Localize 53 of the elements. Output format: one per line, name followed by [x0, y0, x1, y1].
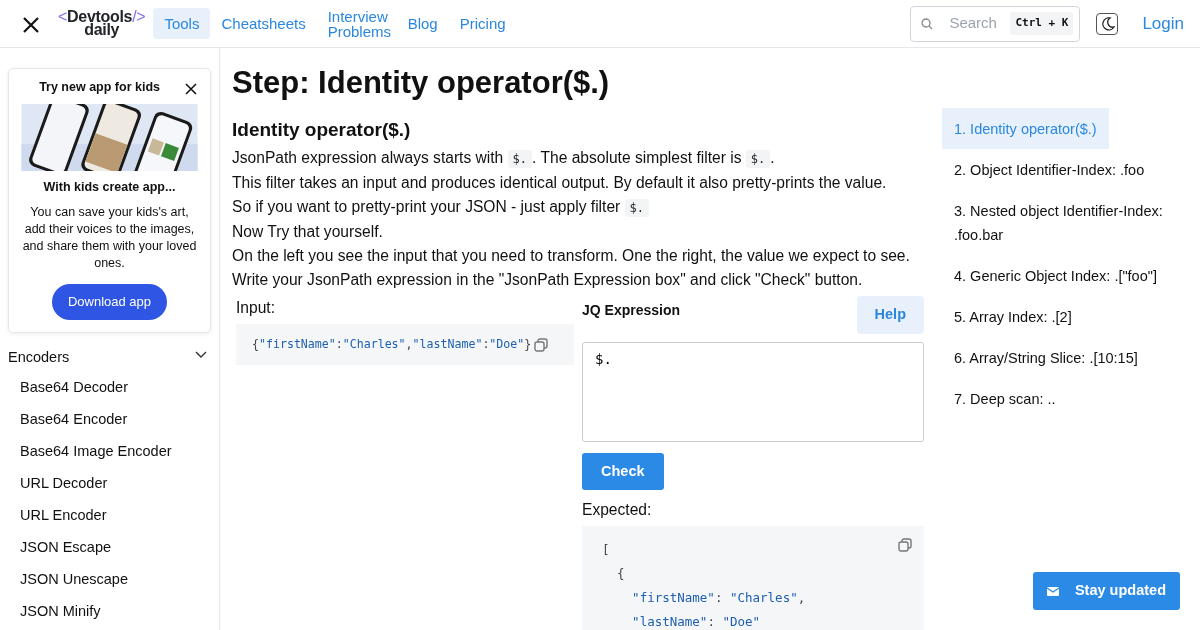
- nav-link[interactable]: Pricing: [448, 8, 517, 39]
- search-icon: [921, 17, 934, 30]
- nav-link[interactable]: Cheatsheets: [210, 8, 317, 39]
- code-text: {"firstName":"Charles","lastName":"Doe"}: [252, 336, 532, 353]
- code-line: [: [602, 541, 611, 560]
- expression-input[interactable]: $.: [582, 341, 924, 442]
- expression-label: JQ Expression: [582, 301, 681, 320]
- input-label: Input:: [236, 298, 276, 318]
- sidebar-item[interactable]: Base64 Encoder: [8, 402, 211, 435]
- stay-updated-button[interactable]: Stay updated: [1032, 572, 1180, 610]
- promo-heading: With kids create app...: [42, 179, 177, 196]
- sidebar-item[interactable]: URL Encoder: [8, 498, 211, 531]
- nav-link[interactable]: Blog: [396, 8, 449, 39]
- sidebar-item[interactable]: URL Decoder: [8, 466, 211, 499]
- sidebar-item[interactable]: Base64 Decoder: [8, 370, 211, 403]
- check-button[interactable]: Check: [582, 452, 664, 491]
- login-link[interactable]: Login: [1142, 10, 1184, 37]
- moon-icon: [1099, 15, 1116, 32]
- paragraph: Now Try that yourself.: [232, 222, 384, 242]
- page-title: Step: Identity operator($.): [232, 64, 611, 102]
- download-button[interactable]: Download app: [51, 284, 168, 320]
- code-line: {: [616, 565, 626, 584]
- paragraph: On the left you see the input that you need to transform. One the right, the value we expect to see.: [232, 246, 911, 266]
- sidebar-item[interactable]: JSON Escape: [8, 530, 211, 563]
- promo-title: Try new app for kids: [39, 79, 160, 96]
- toc-link[interactable]: 4. Generic Object Index: .["foo"]: [942, 255, 1169, 296]
- copy-icon[interactable]: [898, 538, 912, 553]
- sidebar-item[interactable]: JSON Minify: [8, 594, 211, 627]
- sidebar-item[interactable]: JSON Unescape: [8, 562, 211, 595]
- sidebar-item[interactable]: Base64 Image Encoder: [8, 434, 211, 467]
- mail-icon: [1046, 585, 1059, 597]
- toc-link[interactable]: 7. Deep scan: ..: [942, 378, 1068, 419]
- close-button[interactable]: [184, 80, 198, 95]
- expected-label: Expected:: [582, 500, 653, 521]
- paragraph: This filter takes an input and produces identical output. By default it also pretty-prints the value.: [232, 173, 888, 193]
- code-line: "lastName": "Doe": [631, 613, 762, 630]
- logo[interactable]: <Devtools/> daily: [58, 10, 146, 37]
- copy-icon[interactable]: [534, 337, 549, 352]
- search-field[interactable]: Search Ctrl + K: [910, 5, 1081, 42]
- toc-link[interactable]: 6. Array/String Slice: .[10:15]: [942, 337, 1150, 378]
- promo-text: You can save your kids's art, add their voices to the images, and share them with your loved ones.: [21, 204, 198, 272]
- toc-link[interactable]: 3. Nested object Identifier-Index: .foo.bar: [942, 190, 1192, 255]
- paragraph: Write your JsonPath expression in the "JsonPath Expression box" and click "Check" button.: [232, 270, 864, 290]
- theme-toggle[interactable]: [1096, 12, 1119, 35]
- paragraph: So if you want to pretty-print your JSON - just apply filter $.: [232, 195, 930, 220]
- keyboard-shortcut: Ctrl + K: [1010, 12, 1074, 35]
- toc-link[interactable]: 2. Object Identifier-Index: .foo: [942, 149, 1157, 190]
- nav-link[interactable]: Interview Problems: [316, 0, 397, 47]
- section-title: Identity operator($.): [232, 119, 412, 142]
- code-line: "firstName": "Charles",: [631, 589, 807, 608]
- section-header[interactable]: Encoders: [8, 332, 211, 371]
- toc-link[interactable]: 5. Array Index: .[2]: [942, 296, 1084, 337]
- paragraph: JsonPath expression always starts with $. . The absolute simplest filter is $. .: [232, 148, 776, 170]
